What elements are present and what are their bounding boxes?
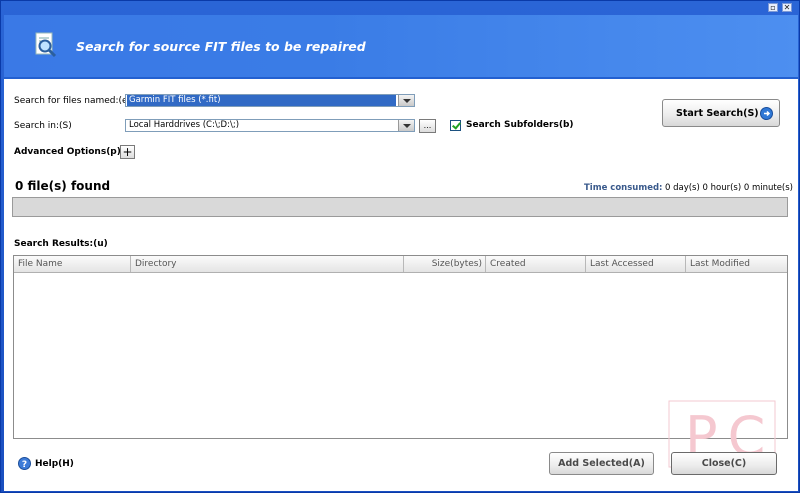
add-selected-button[interactable]: Add Selected(A) <box>549 452 654 475</box>
file-type-value: Garmin FIT files (*.fit) <box>127 95 396 106</box>
column-last-modified[interactable]: Last Modified <box>686 256 787 272</box>
search-in-label: Search in:(S) <box>14 121 72 131</box>
svg-text:?: ? <box>22 460 27 470</box>
dialog-title: Search for source FIT files to be repair… <box>76 39 366 54</box>
dialog-window: ▫ ✕ Search for source FIT files to be re… <box>0 0 800 493</box>
browse-button[interactable]: ... <box>419 119 436 133</box>
search-document-icon <box>35 32 57 58</box>
search-subfolders-checkbox[interactable] <box>450 120 461 131</box>
chevron-down-icon[interactable] <box>398 120 414 131</box>
advanced-options-toggle[interactable]: + <box>120 145 135 159</box>
close-button[interactable]: Close(C) <box>671 452 777 475</box>
files-named-label: Search for files named:(e) <box>14 96 132 106</box>
advanced-options-label: Advanced Options(p) <box>14 147 121 157</box>
files-found-count: 0 file(s) found <box>15 179 111 193</box>
help-link[interactable]: Help(H) <box>35 459 74 469</box>
chevron-down-icon[interactable] <box>398 95 414 106</box>
close-window-button[interactable]: ✕ <box>782 3 792 12</box>
column-last-accessed[interactable]: Last Accessed <box>586 256 686 272</box>
file-type-dropdown[interactable]: Garmin FIT files (*.fit) <box>125 94 415 107</box>
start-search-label: Start Search(S) <box>676 108 759 119</box>
search-location-value: Local Harddrives (C:\;D:\;) <box>129 120 240 130</box>
column-size[interactable]: Size(bytes) <box>404 256 486 272</box>
search-location-dropdown[interactable]: Local Harddrives (C:\;D:\;) <box>125 119 415 132</box>
column-directory[interactable]: Directory <box>131 256 404 272</box>
main-panel: Search for files named:(e) Garmin FIT fi… <box>4 79 798 491</box>
help-icon[interactable]: ? <box>18 457 31 470</box>
arrow-right-icon <box>760 107 773 120</box>
search-progress-bar <box>12 197 788 217</box>
header-banner: Search for source FIT files to be repair… <box>4 15 798 79</box>
minimize-button[interactable]: ▫ <box>768 3 778 12</box>
start-search-button[interactable]: Start Search(S) <box>662 99 780 127</box>
time-consumed-value: 0 day(s) 0 hour(s) 0 minute(s) <box>665 183 793 193</box>
table-header: File Name Directory Size(bytes) Created … <box>14 256 787 273</box>
column-file-name[interactable]: File Name <box>14 256 131 272</box>
search-subfolders-label: Search Subfolders(b) <box>466 120 574 130</box>
close-icon: ✕ <box>783 3 791 12</box>
title-bar: ▫ ✕ <box>1 1 800 13</box>
search-results-label: Search Results:(u) <box>14 239 108 249</box>
minimize-icon: ▫ <box>770 3 776 12</box>
time-consumed-label: Time consumed: <box>584 183 663 193</box>
column-created[interactable]: Created <box>486 256 586 272</box>
